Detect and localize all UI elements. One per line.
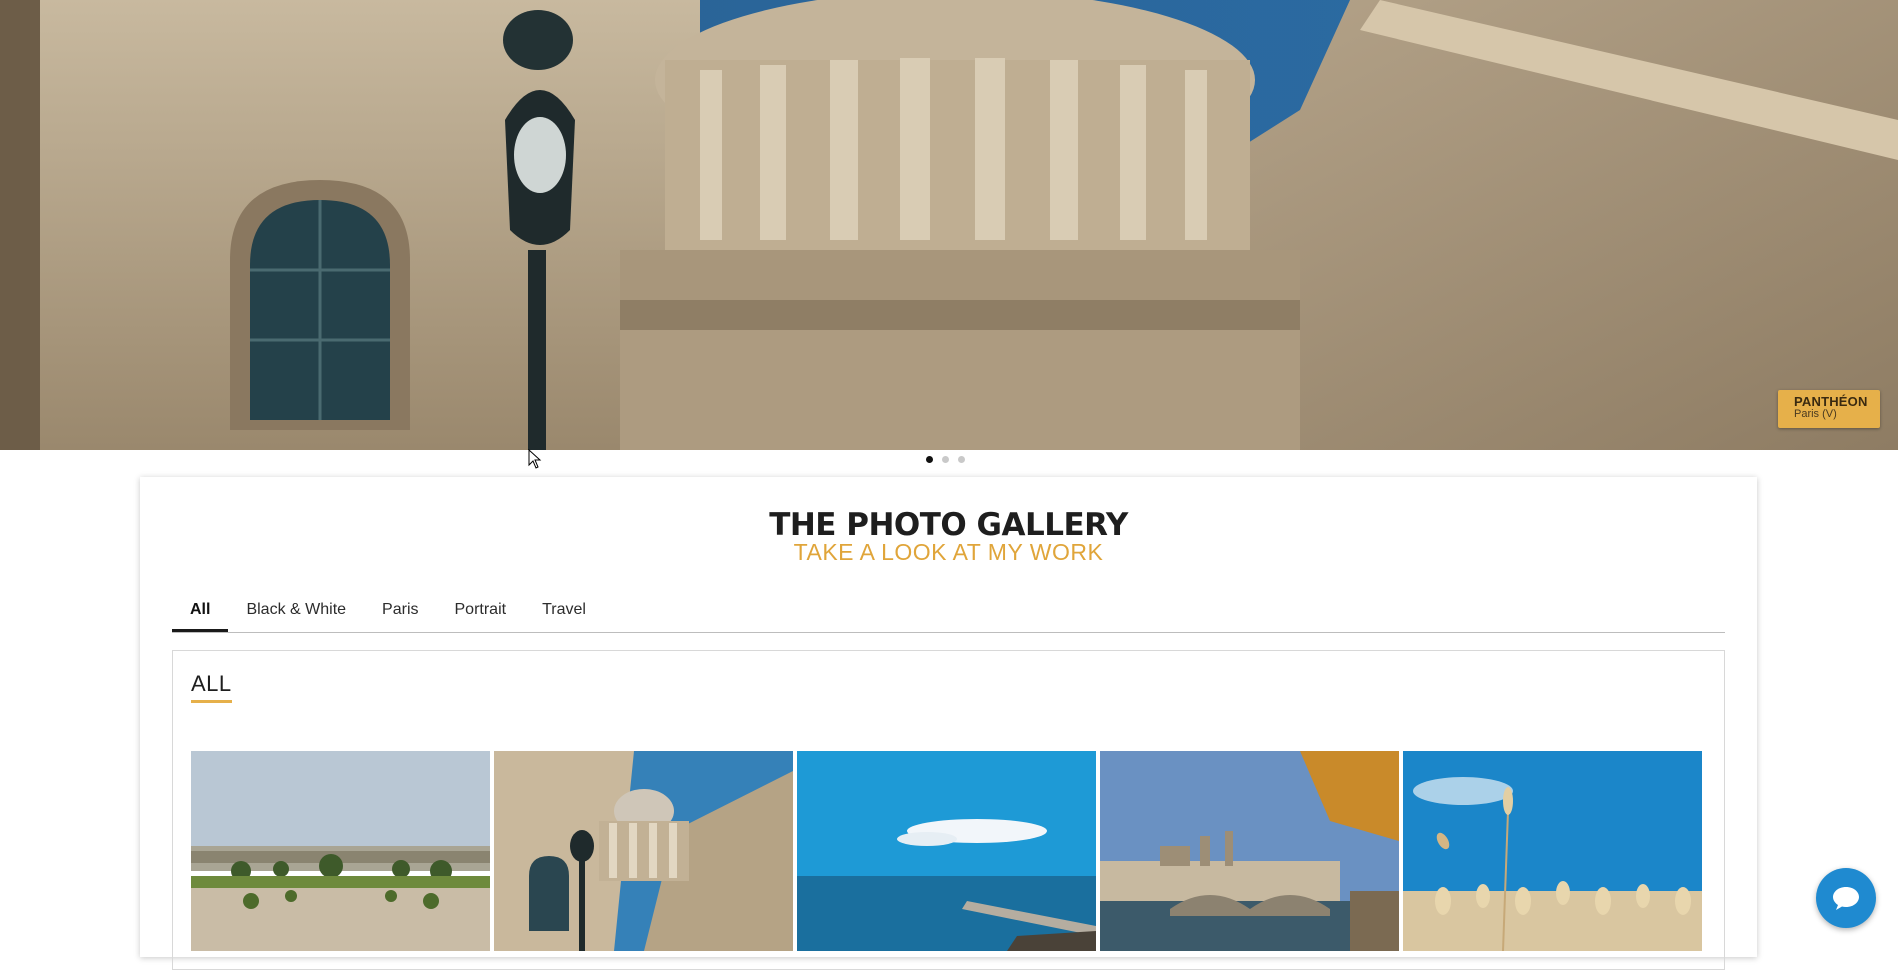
caption-title: PANTHÉON bbox=[1794, 394, 1868, 409]
tab-travel[interactable]: Travel bbox=[524, 598, 604, 632]
slide-caption: PANTHÉON Paris (V) bbox=[1778, 390, 1880, 428]
slider-dot-3[interactable] bbox=[958, 456, 965, 463]
tab-all[interactable]: All bbox=[172, 598, 229, 632]
tab-portrait[interactable]: Portrait bbox=[437, 598, 525, 632]
chat-button[interactable] bbox=[1816, 868, 1876, 928]
hero-image-pantheon bbox=[0, 0, 1898, 450]
gallery-thumbnail-sea[interactable] bbox=[797, 751, 1096, 951]
gallery-thumbnail-grass[interactable] bbox=[1403, 751, 1702, 951]
hero-slider[interactable]: PANTHÉON Paris (V) bbox=[0, 0, 1898, 450]
slider-dot-1[interactable] bbox=[926, 456, 933, 463]
gallery-card: THE PHOTO GALLERY TAKE A LOOK AT MY WORK… bbox=[140, 477, 1757, 970]
mouse-cursor-icon bbox=[528, 449, 542, 469]
tab-black-white[interactable]: Black & White bbox=[228, 598, 364, 632]
gallery-thumbnail-seine-bridge[interactable] bbox=[1100, 751, 1399, 951]
panel-heading: ALL bbox=[191, 671, 232, 703]
thumbnail-grid bbox=[191, 751, 1702, 951]
gallery-thumbnail-pantheon[interactable] bbox=[494, 751, 793, 951]
page-subtitle: TAKE A LOOK AT MY WORK bbox=[793, 539, 1104, 565]
caption-subtitle: Paris (V) bbox=[1794, 408, 1837, 420]
slider-pagination bbox=[926, 456, 965, 463]
page-title: THE PHOTO GALLERY bbox=[769, 507, 1128, 543]
slider-dot-2[interactable] bbox=[942, 456, 949, 463]
gallery-panel: ALL bbox=[172, 650, 1725, 970]
category-tabs: All Black & White Paris Portrait Travel bbox=[172, 598, 1725, 633]
gallery-thumbnail-garden[interactable] bbox=[191, 751, 490, 951]
chat-bubble-icon bbox=[1833, 887, 1859, 910]
tab-paris[interactable]: Paris bbox=[364, 598, 436, 632]
